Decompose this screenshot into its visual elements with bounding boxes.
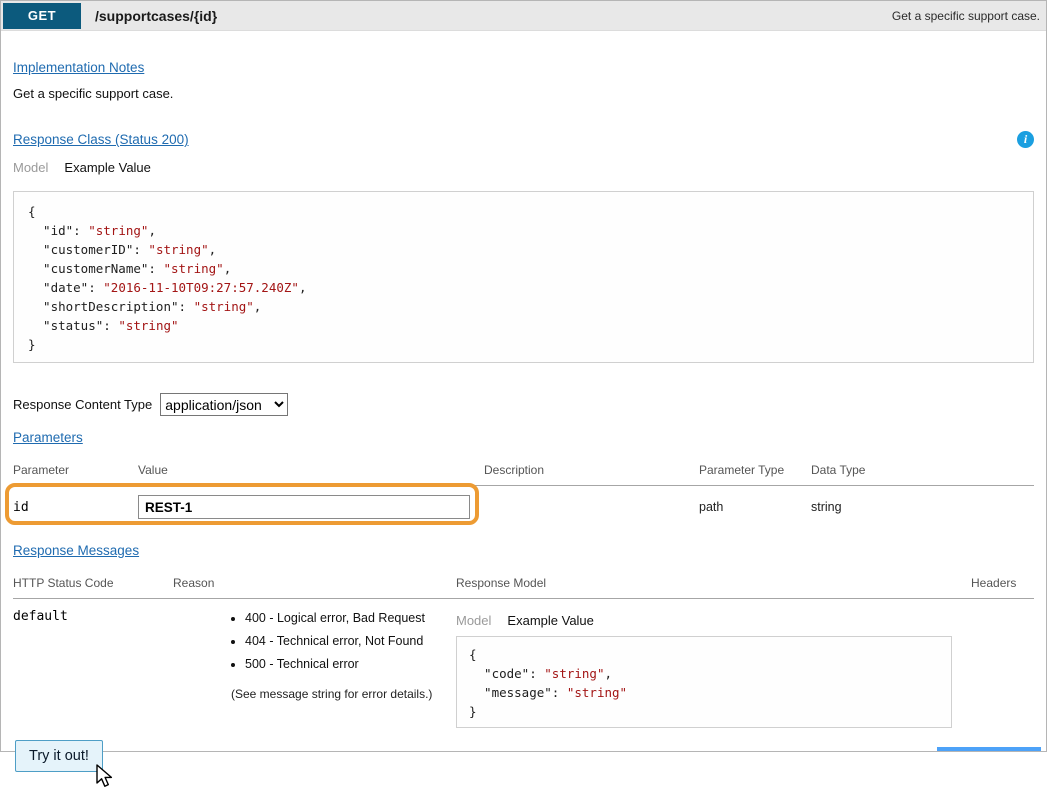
implementation-notes-heading[interactable]: Implementation Notes (13, 60, 144, 75)
code-line: "shortDescription": "string", (28, 297, 1019, 316)
code-line: "message": "string" (469, 683, 939, 702)
column-header-data-type: Data Type (811, 459, 1034, 485)
operation-header[interactable]: GET /supportcases/{id} Get a specific su… (1, 1, 1046, 31)
column-header-description: Description (484, 459, 699, 485)
reason-cell: 400 - Logical error, Bad Request 404 - T… (173, 609, 456, 701)
response-class-tabs: Model Example Value (13, 160, 1034, 175)
column-header-http-status-code: HTTP Status Code (13, 572, 173, 598)
http-method-badge: GET (3, 3, 81, 29)
response-class-row: Response Class (Status 200) i (13, 131, 1034, 148)
operation-path: /supportcases/{id} (95, 8, 217, 24)
parameter-name: id (13, 500, 138, 515)
tab-example-value[interactable]: Example Value (507, 613, 593, 628)
code-line: } (28, 335, 1019, 354)
horizontal-scrollbar-thumb[interactable] (937, 747, 1041, 751)
code-line: "customerID": "string", (28, 240, 1019, 259)
response-example-code: { "id": "string", "customerID": "string"… (13, 191, 1034, 363)
code-line: { (469, 645, 939, 664)
code-line: "code": "string", (469, 664, 939, 683)
try-it-out-button[interactable]: Try it out! (15, 740, 103, 772)
code-line: "customerName": "string", (28, 259, 1019, 278)
column-header-parameter: Parameter (13, 459, 138, 485)
response-model-cell: Model Example Value { "code": "string", … (456, 609, 971, 728)
try-it-out-wrap: Try it out! (15, 740, 103, 772)
column-header-parameter-type: Parameter Type (699, 459, 811, 485)
mouse-cursor-icon (95, 764, 115, 795)
error-note: (See message string for error details.) (231, 687, 456, 701)
response-message-row-default: default 400 - Logical error, Bad Request… (13, 599, 1034, 728)
parameter-row-id: id path string (13, 486, 1034, 529)
operation-summary: Get a specific support case. (892, 9, 1040, 23)
response-messages-heading[interactable]: Response Messages (13, 543, 139, 558)
parameter-value-cell (138, 495, 484, 519)
column-header-response-model: Response Model (456, 572, 971, 598)
error-reason-item: 500 - Technical error (245, 657, 456, 671)
column-header-reason: Reason (173, 572, 456, 598)
response-content-type-label: Response Content Type (13, 397, 152, 412)
column-header-headers: Headers (971, 572, 1034, 598)
response-content-type-row: Response Content Type application/json (13, 393, 1034, 416)
error-reason-item: 400 - Logical error, Bad Request (245, 611, 456, 625)
error-model-code: { "code": "string", "message": "string" … (456, 636, 952, 728)
id-value-input[interactable] (138, 495, 470, 519)
tab-model[interactable]: Model (456, 613, 491, 628)
tab-model[interactable]: Model (13, 160, 48, 175)
code-line: "id": "string", (28, 221, 1019, 240)
parameter-data-type: string (811, 500, 1034, 514)
response-messages-table-header: HTTP Status Code Reason Response Model H… (13, 572, 1034, 599)
info-icon[interactable]: i (1017, 131, 1034, 148)
column-header-value: Value (138, 459, 484, 485)
code-line: { (28, 202, 1019, 221)
error-reason-list: 400 - Logical error, Bad Request 404 - T… (173, 611, 456, 671)
parameters-table-header: Parameter Value Description Parameter Ty… (13, 459, 1034, 486)
code-line: "status": "string" (28, 316, 1019, 335)
implementation-notes-text: Get a specific support case. (13, 86, 1034, 101)
tab-example-value[interactable]: Example Value (64, 160, 150, 175)
response-content-type-select[interactable]: application/json (160, 393, 288, 416)
code-line: } (469, 702, 939, 721)
parameter-type: path (699, 500, 811, 514)
status-code: default (13, 609, 173, 624)
operation-body: Implementation Notes Get a specific supp… (1, 31, 1046, 772)
parameters-heading[interactable]: Parameters (13, 430, 83, 445)
error-reason-item: 404 - Technical error, Not Found (245, 634, 456, 648)
response-class-heading[interactable]: Response Class (Status 200) (13, 132, 189, 147)
response-model-tabs: Model Example Value (456, 613, 971, 628)
code-line: "date": "2016-11-10T09:27:57.240Z", (28, 278, 1019, 297)
